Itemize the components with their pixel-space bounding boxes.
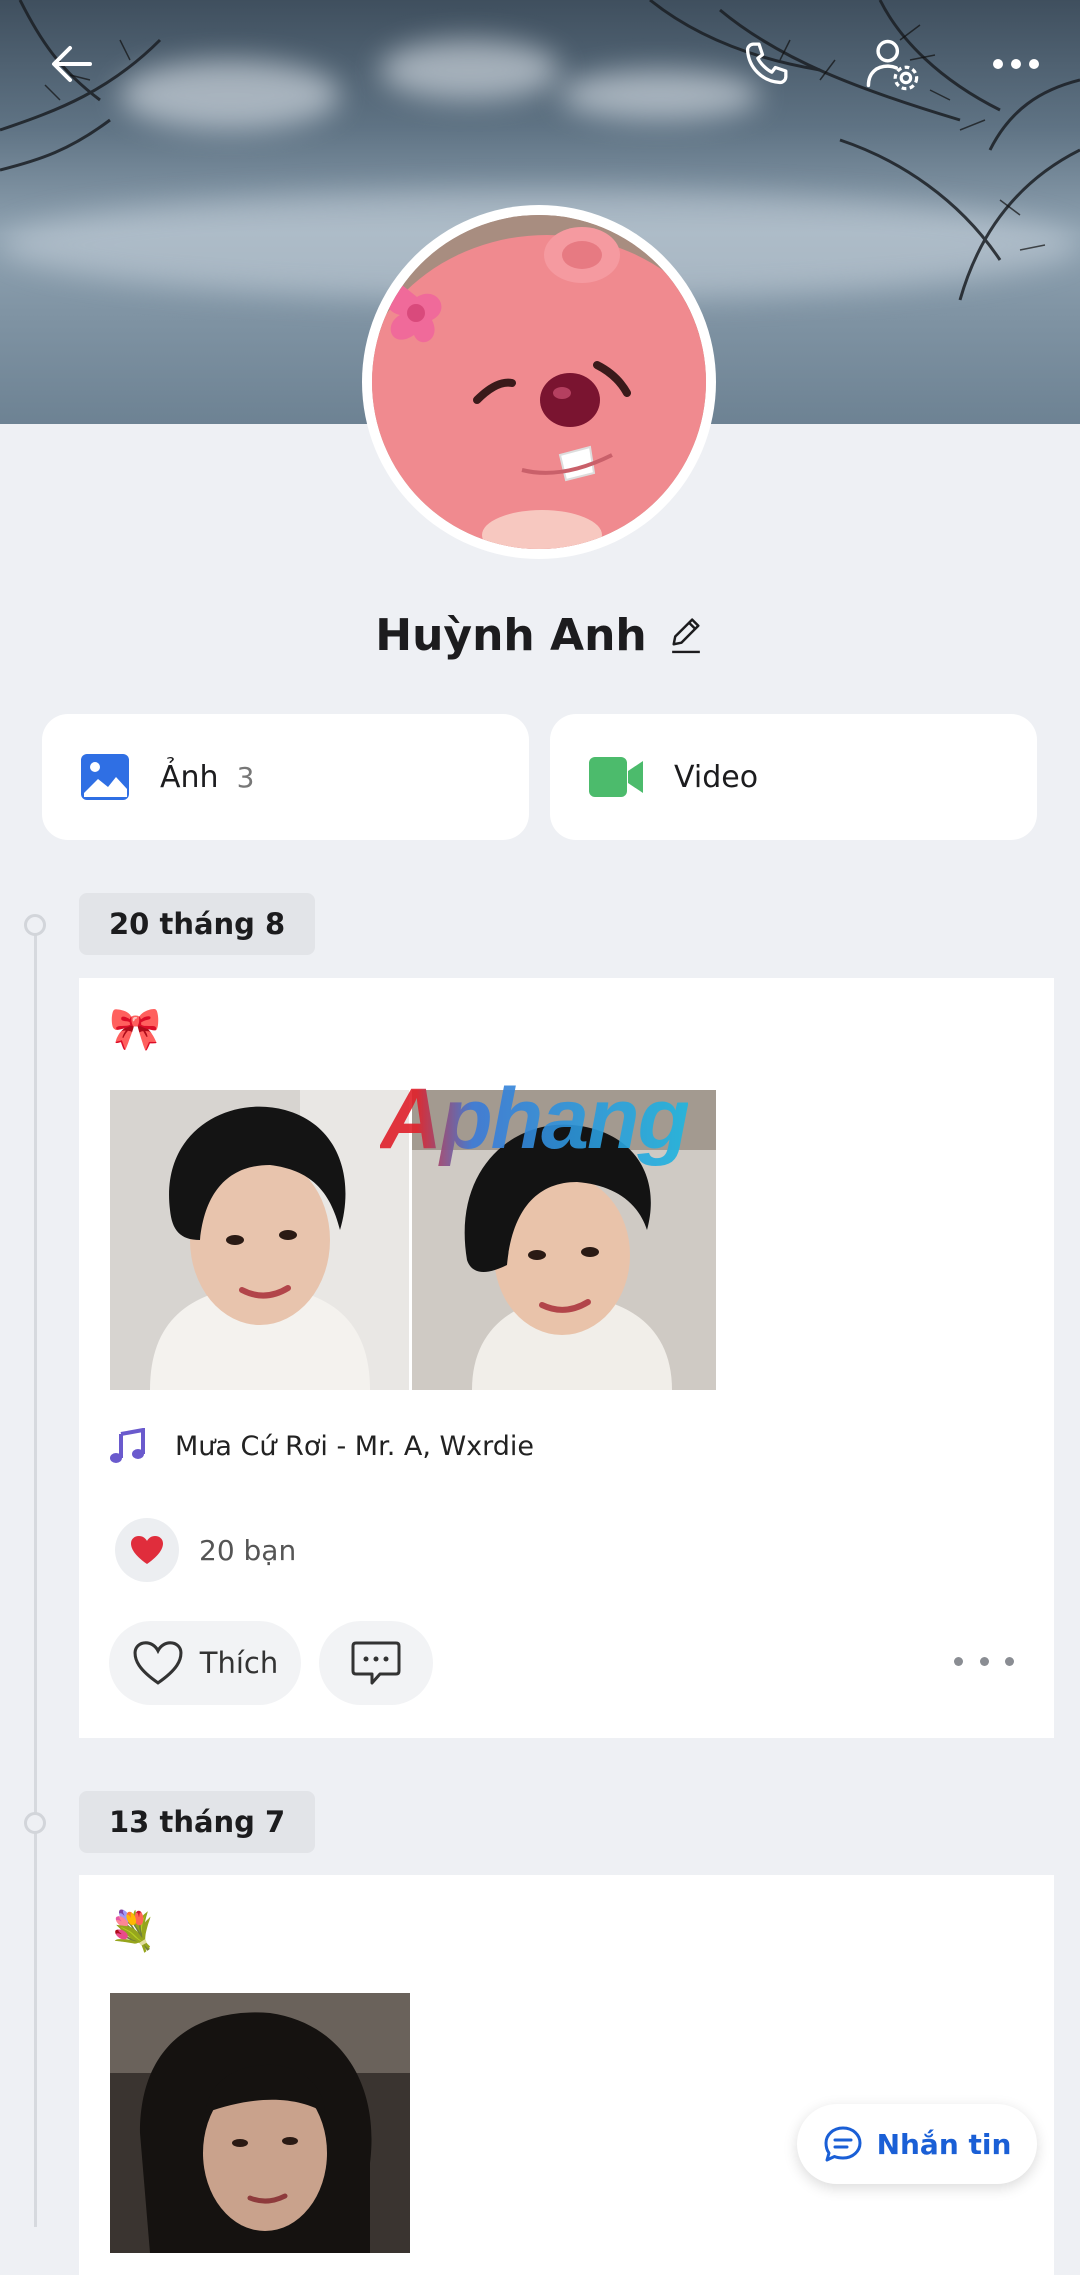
videos-label: Video: [674, 759, 759, 795]
post-card: 💐: [79, 1875, 1054, 2275]
photos-card[interactable]: Ảnh 3: [42, 714, 529, 840]
chat-bubble-icon: [824, 2126, 862, 2162]
photo-image: [110, 1090, 409, 1390]
top-bar: [0, 0, 1080, 130]
music-note-icon: [110, 1428, 145, 1463]
post-more-button[interactable]: [954, 1646, 1014, 1676]
photos-label: Ảnh: [160, 759, 219, 795]
profile-name: Huỳnh Anh: [375, 609, 647, 661]
post-photo[interactable]: [110, 1090, 409, 1390]
edit-pencil-icon[interactable]: [667, 615, 705, 655]
music-row[interactable]: Mưa Cứ Rơi - Mr. A, Wxrdie: [109, 1428, 534, 1464]
heart-reaction: [115, 1518, 179, 1582]
message-button[interactable]: Nhắn tin: [797, 2104, 1037, 2184]
video-icon: [589, 757, 643, 797]
watermark-logo: Aphang: [380, 1071, 690, 1167]
comment-button[interactable]: [319, 1621, 433, 1705]
profile-name-row: Huỳnh Anh: [0, 600, 1080, 670]
avatar-image: [372, 215, 706, 549]
timeline-line: [34, 924, 37, 2227]
reactions-count: 20 bạn: [199, 1533, 297, 1567]
heart-outline-icon: [133, 1641, 183, 1685]
comment-icon: [351, 1641, 401, 1685]
call-button[interactable]: [726, 24, 806, 104]
like-label: Thích: [199, 1646, 279, 1680]
profile-avatar[interactable]: [362, 205, 716, 559]
user-settings-button[interactable]: [852, 24, 932, 104]
more-button[interactable]: [976, 24, 1056, 104]
photo-image: [110, 1993, 410, 2253]
music-title: Mưa Cứ Rơi - Mr. A, Wxrdie: [175, 1430, 535, 1462]
post-date-chip: 20 tháng 8: [79, 893, 316, 955]
photos-count: 3: [236, 760, 255, 794]
phone-icon: [745, 42, 788, 85]
videos-card[interactable]: Video: [550, 714, 1037, 840]
timeline-dot: [24, 1812, 46, 1834]
post-date-chip: 13 tháng 7: [79, 1791, 316, 1853]
heart-icon: [131, 1536, 163, 1564]
post-caption: 💐: [109, 1909, 157, 1953]
post-photo[interactable]: [110, 1993, 410, 2253]
message-button-label: Nhắn tin: [876, 2127, 1012, 2161]
arrow-left-icon: [52, 46, 92, 82]
timeline-dot: [24, 914, 46, 936]
more-horizontal-icon: [993, 59, 1039, 69]
reactions-row[interactable]: 20 bạn: [115, 1518, 296, 1582]
back-button[interactable]: [32, 24, 112, 104]
user-settings-icon: [866, 39, 919, 91]
like-button[interactable]: Thích: [109, 1621, 301, 1705]
photo-icon: [81, 754, 129, 800]
post-caption: 🎀: [109, 1004, 162, 1053]
